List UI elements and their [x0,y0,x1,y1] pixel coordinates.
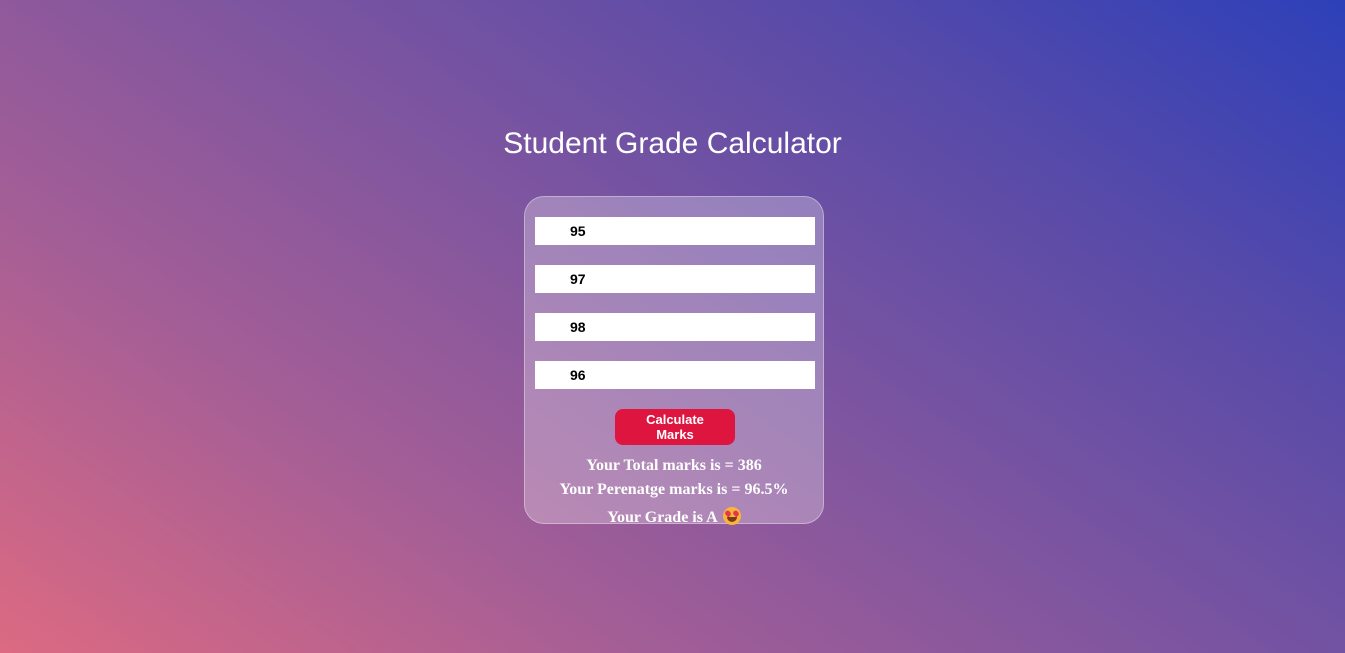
mark-input-2[interactable] [535,265,815,293]
percentage-text: Your Perenatge marks is = 96.5% [559,481,789,498]
page-title: Student Grade Calculator [503,127,842,160]
mark-input-4[interactable] [535,361,815,389]
grade-text: Your Grade is A [607,509,717,526]
calculator-card: Calculate Marks Your Total marks is = 38… [524,196,824,527]
grade-line: Your Grade is A [525,507,823,527]
total-marks-text: Your Total marks is = 386 [586,457,762,474]
calculate-marks-button[interactable]: Calculate Marks [615,409,735,445]
mark-input-1[interactable] [535,217,815,245]
smiling-face-with-hearts-icon [722,507,741,525]
mark-input-3[interactable] [535,313,815,341]
